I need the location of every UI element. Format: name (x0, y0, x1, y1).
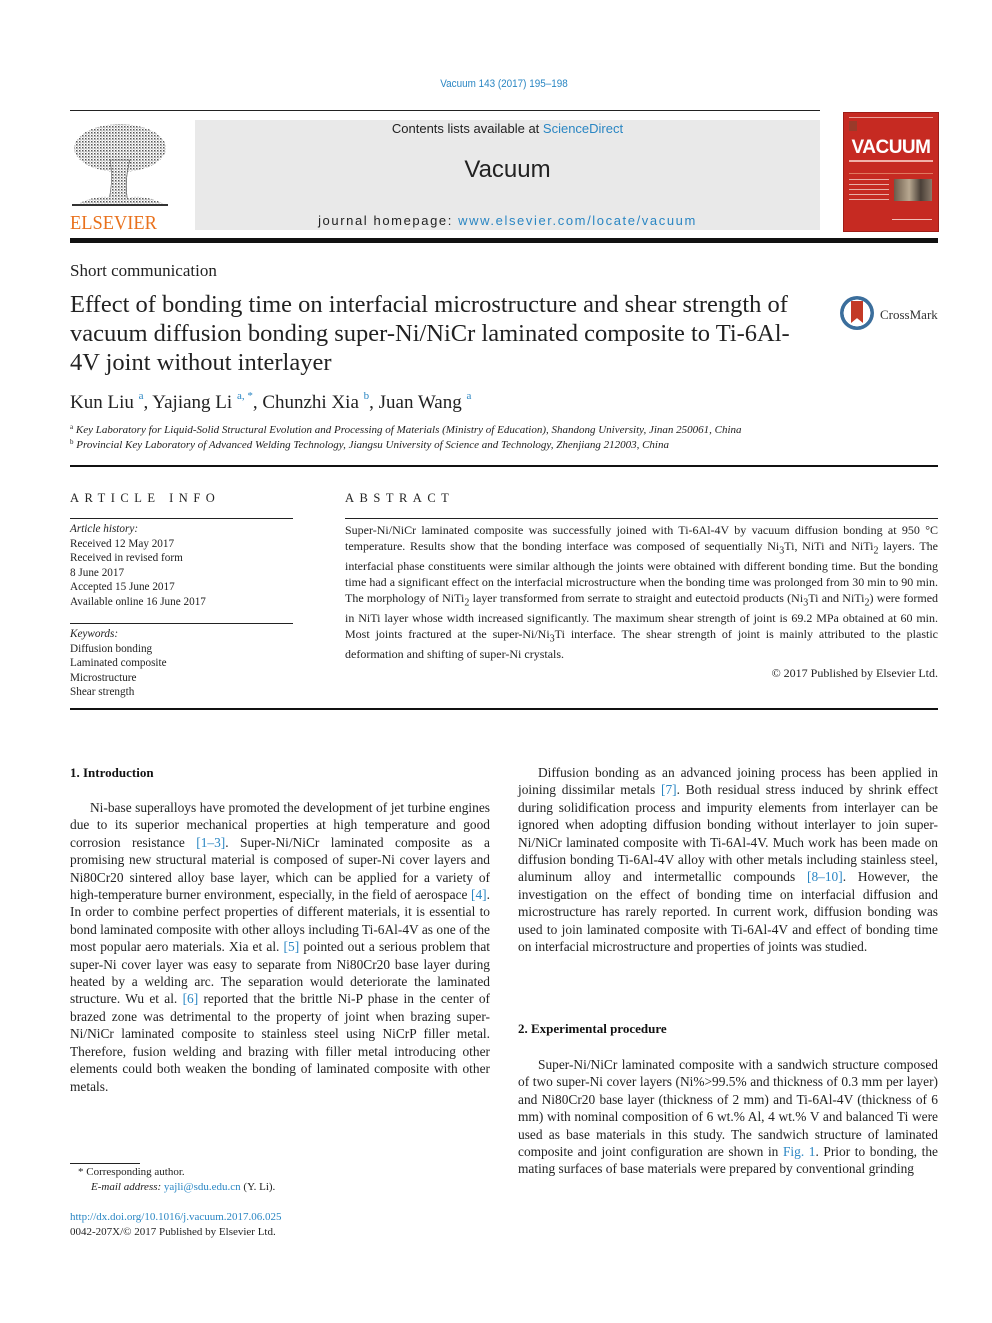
history-item: Received 12 May 2017 (70, 537, 175, 550)
cover-topline (849, 117, 933, 118)
cover-footer (892, 219, 932, 220)
elsevier-wordmark: ELSEVIER (70, 212, 157, 234)
cover-elsevier-mark (849, 121, 857, 131)
affiliation-a: a Key Laboratory for Liquid-Solid Struct… (70, 423, 742, 436)
author-name[interactable]: Juan Wang (379, 392, 462, 413)
sciencedirect-link[interactable]: ScienceDirect (543, 121, 623, 136)
divider (70, 623, 293, 624)
crossmark-label: CrossMark (880, 307, 938, 322)
affiliation-text: Provincial Key Laboratory of Advanced We… (76, 439, 669, 451)
doi-link[interactable]: http://dx.doi.org/10.1016/j.vacuum.2017.… (70, 1211, 282, 1223)
reference-link[interactable]: [5] (284, 939, 300, 954)
abstract-copyright: © 2017 Published by Elsevier Ltd. (771, 666, 938, 680)
keyword: Shear strength (70, 686, 135, 698)
divider (70, 465, 938, 467)
affiliation-b: b Provincial Key Laboratory of Advanced … (70, 438, 669, 451)
experimental-paragraph: Super-Ni/NiCr laminated composite with a… (518, 1057, 938, 1177)
reference-link[interactable]: [7] (661, 782, 677, 797)
homepage-prefix: journal homepage: (318, 213, 459, 228)
author-name[interactable]: Chunzhi Xia (262, 392, 359, 413)
header-top-rule (70, 110, 820, 111)
author-list: Kun Liu a, Yajiang Li a, *, Chunzhi Xia … (70, 390, 472, 413)
divider (70, 518, 293, 519)
journal-cover-image[interactable]: VACUUM (843, 112, 939, 232)
email-label: E-mail address: (91, 1181, 164, 1193)
keyword: Laminated composite (70, 657, 167, 669)
article-info-heading: ARTICLE INFO (70, 491, 221, 505)
article-history-label: Article history: (70, 523, 139, 535)
reference-link[interactable]: [1–3] (196, 835, 225, 850)
section-heading-introduction: 1. Introduction (70, 765, 154, 780)
cover-contents-lines (849, 179, 889, 203)
author-name[interactable]: Yajiang Li (152, 392, 232, 413)
history-item: Accepted 15 June 2017 (70, 581, 175, 593)
journal-name: Vacuum (464, 156, 551, 183)
article-history: Article history: Received 12 May 2017 Re… (70, 522, 295, 609)
cover-rule (849, 173, 933, 174)
divider (345, 518, 938, 519)
footnote-rule (70, 1163, 140, 1164)
article-title: Effect of bonding time on interfacial mi… (70, 291, 790, 376)
history-item: Available online 16 June 2017 (70, 595, 206, 608)
contents-prefix: Contents lists available at (391, 121, 543, 136)
author-affil-mark[interactable]: b (364, 390, 370, 402)
author-affil-mark[interactable]: a (139, 390, 144, 402)
cover-photo (894, 179, 932, 201)
email-link[interactable]: yajli@sdu.edu.cn (164, 1181, 241, 1193)
cover-title: VACUUM (851, 137, 931, 158)
author-affil-mark[interactable]: a (467, 390, 472, 402)
keywords: Keywords: Diffusion bonding Laminated co… (70, 627, 295, 700)
diffusion-paragraph: Diffusion bonding as an advanced joining… (518, 765, 939, 955)
affiliation-mark: a (70, 423, 74, 431)
cover-subtitle-bar (849, 160, 933, 162)
abstract-heading: ABSTRACT (345, 491, 455, 505)
author-affil-mark[interactable]: a, * (237, 390, 253, 402)
journal-masthead: Contents lists available at ScienceDirec… (195, 120, 820, 230)
email-note: E-mail address: yajli@sdu.edu.cn (Y. Li)… (91, 1181, 275, 1193)
keywords-label: Keywords: (70, 628, 119, 640)
introduction-paragraph: Ni-base superalloys have promoted the de… (70, 800, 490, 1094)
reference-link[interactable]: [6] (183, 991, 199, 1006)
reference-link[interactable]: [8–10] (807, 869, 843, 884)
elsevier-logo[interactable]: ELSEVIER (70, 120, 170, 234)
keyword: Microstructure (70, 671, 137, 684)
journal-citation[interactable]: Vacuum 143 (2017) 195–198 (50, 78, 957, 90)
contents-line: Contents lists available at ScienceDirec… (195, 121, 820, 136)
header-bottom-rule (70, 238, 938, 243)
corresponding-author-note: * Corresponding author. (78, 1166, 185, 1178)
keyword: Diffusion bonding (70, 642, 153, 655)
homepage-link[interactable]: www.elsevier.com/locate/vacuum (458, 213, 697, 228)
issn-copyright: 0042-207X/© 2017 Published by Elsevier L… (70, 1226, 276, 1238)
divider (70, 708, 938, 710)
history-item: Received in revised form (70, 552, 183, 564)
author-name[interactable]: Kun Liu (70, 392, 134, 413)
email-suffix: (Y. Li). (240, 1181, 276, 1193)
homepage-line: journal homepage: www.elsevier.com/locat… (195, 213, 820, 228)
affiliation-text: Key Laboratory for Liquid-Solid Structur… (75, 424, 742, 436)
article-type: Short communication (70, 261, 217, 280)
section-heading-experimental: 2. Experimental procedure (518, 1021, 667, 1036)
crossmark-badge[interactable]: CrossMark (840, 296, 940, 336)
figure-link[interactable]: Fig. 1 (783, 1144, 816, 1159)
abstract-text: Super-Ni/NiCr laminated composite was su… (345, 523, 939, 661)
history-item: 8 June 2017 (70, 566, 125, 579)
reference-link[interactable]: [4] (471, 887, 487, 902)
affiliation-mark: b (70, 438, 74, 446)
elsevier-tree-icon (72, 124, 168, 206)
